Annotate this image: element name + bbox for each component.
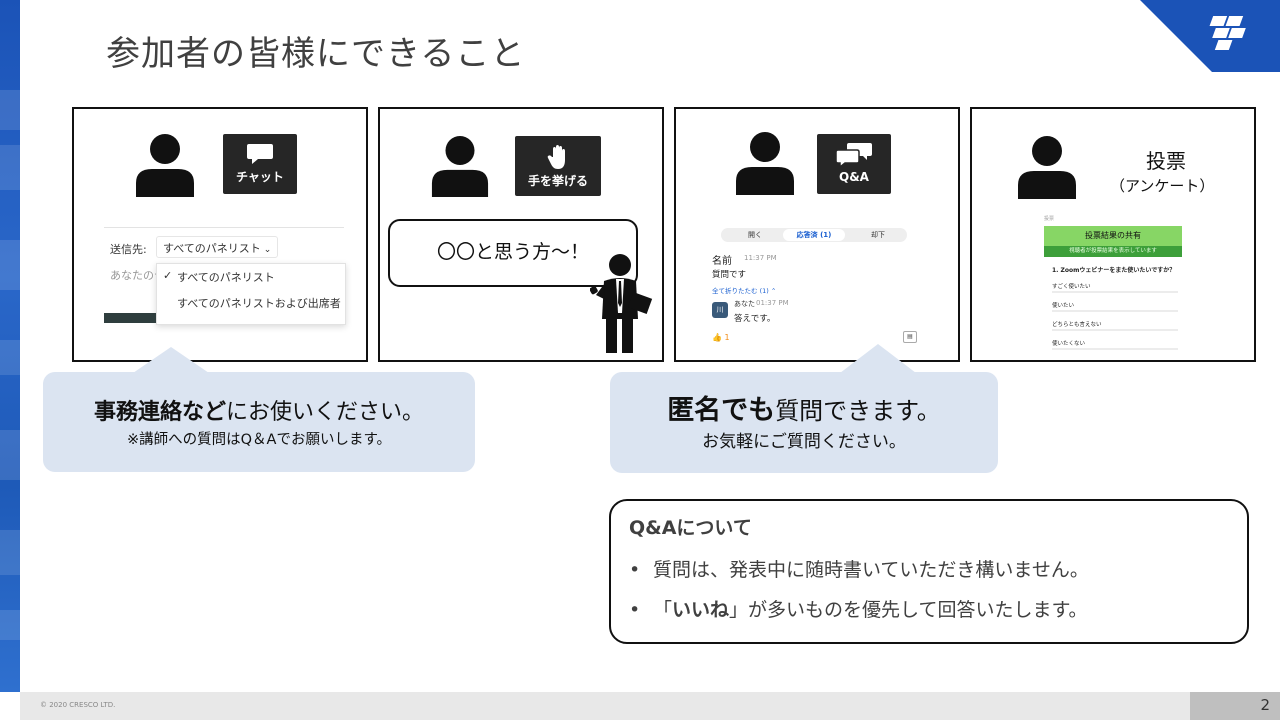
delete-icon[interactable]: ▤	[903, 331, 917, 343]
qa-button[interactable]: Q&A	[817, 134, 891, 194]
qa-tabs: 開く 応答済 (1) 却下	[721, 228, 907, 242]
slide-title: 参加者の皆様にできること	[106, 34, 526, 74]
like-count: 1	[724, 333, 730, 342]
left-decor-bar	[0, 0, 20, 692]
bullet-icon: •	[629, 599, 641, 621]
poll-option: 使いたい	[1052, 301, 1178, 312]
divider	[104, 227, 344, 228]
person-icon	[136, 134, 194, 197]
menu-item-all-panelists[interactable]: ✓ すべてのパネリスト	[157, 264, 345, 290]
poll-title: 投票	[1146, 149, 1186, 173]
poll-window-mock: 投票 投票結果の共有 視聴者が投票結果を表示しています 1. Zoomウェビナー…	[1044, 215, 1182, 350]
answer-time: 01:37 PM	[756, 299, 789, 307]
send-to-menu: ✓ すべてのパネリスト すべてのパネリストおよび出席者	[156, 263, 346, 325]
bullet-text-post: 」が多いものを優先して回答いたします。	[729, 599, 1088, 621]
question-text: 質問です	[712, 270, 747, 280]
person-icon	[431, 136, 489, 197]
qa-info-bullet: • 質問は、発表中に随時書いていただき構いません。	[629, 555, 1089, 582]
qa-button-label: Q&A	[839, 170, 869, 184]
qa-callout-strong: 匿名でも	[667, 395, 776, 426]
avatar: 川	[712, 302, 728, 318]
bullet-icon: •	[629, 559, 641, 581]
chat-button[interactable]: チャット	[223, 134, 297, 194]
send-to-dropdown[interactable]: すべてのパネリスト ⌄	[156, 236, 279, 258]
menu-item-label: すべてのパネリスト	[177, 271, 275, 284]
send-to-label: 送信先:	[110, 243, 147, 256]
chat-window-mock: 送信先: すべてのパネリスト ⌄ あなたのテ ✓ すべてのパネリスト すべてのパネリ…	[104, 227, 346, 327]
poll-panel: 投票 （アンケート） 投票 投票結果の共有 視聴者が投票結果を表示しています 1…	[970, 107, 1256, 362]
poll-window-label: 投票	[1044, 216, 1055, 222]
hand-icon	[547, 145, 565, 169]
poll-option: 使いたくない	[1052, 339, 1178, 350]
qa-callout-main: 匿名でも質問できます。	[610, 388, 998, 427]
qa-info-heading: Q&Aについて	[629, 517, 752, 539]
poll-option: どちらとも言えない	[1052, 320, 1178, 331]
company-logo-icon	[1140, 0, 1280, 72]
qa-callout-rest: 質問できます。	[775, 397, 941, 425]
bullet-text: 質問は、発表中に随時書いていただき構いません。	[653, 559, 1089, 581]
bullet-text-pre: 「	[653, 599, 673, 621]
qa-panel: Q&A 開く 応答済 (1) 却下 名前 11:37 PM 質問です 全て折りた…	[674, 107, 960, 362]
tab-dismissed[interactable]: 却下	[871, 230, 885, 240]
callout-pointer	[840, 344, 916, 373]
raise-hand-panel: 手を挙げる 〇〇と思う方～！	[378, 107, 664, 362]
qa-callout: 匿名でも質問できます。 お気軽にご質問ください。	[610, 372, 998, 473]
question-author: 名前	[712, 256, 732, 267]
qa-callout-note: お気軽にご質問ください。	[702, 432, 906, 452]
slide-footer: © 2020 CRESCO LTD.	[20, 692, 1190, 720]
poll-share-header: 投票結果の共有	[1044, 226, 1182, 246]
thumbs-up-icon: 👍	[712, 333, 722, 342]
chevron-down-icon: ⌄	[263, 245, 272, 255]
bullet-text-strong: いいね	[672, 599, 730, 621]
like-button[interactable]: 👍 1	[712, 333, 730, 342]
chat-button-label: チャット	[236, 170, 284, 184]
send-to-value: すべてのパネリスト	[163, 242, 261, 255]
menu-item-panelists-and-attendees[interactable]: すべてのパネリストおよび出席者	[157, 290, 345, 316]
poll-option: すごく使いたい	[1052, 282, 1178, 293]
chat-callout: 事務連絡などにお使いください。 ※講師への質問はQ＆Aでお願いします。	[43, 372, 475, 472]
chat-bubble-icon	[247, 144, 273, 164]
person-icon	[736, 132, 794, 195]
page-number: 2	[1190, 692, 1280, 720]
chat-bottom-bar	[104, 313, 156, 323]
qa-info-bullet: • 「いいね」が多いものを優先して回答いたします。	[629, 595, 1088, 622]
raise-hand-label: 手を挙げる	[527, 174, 588, 188]
check-icon: ✓	[163, 269, 173, 282]
menu-item-label: すべてのパネリストおよび出席者	[177, 297, 341, 310]
chat-callout-strong: 事務連絡など	[93, 400, 226, 425]
chat-callout-rest: にお使いください。	[226, 400, 425, 425]
tab-open[interactable]: 開く	[748, 230, 762, 240]
raise-hand-button[interactable]: 手を挙げる	[515, 136, 601, 196]
question-time: 11:37 PM	[744, 254, 777, 262]
copyright: © 2020 CRESCO LTD.	[40, 701, 116, 709]
chat-panel: チャット 送信先: すべてのパネリスト ⌄ あなたのテ ✓ すべてのパネリスト すべ…	[72, 107, 368, 362]
presenter-icon	[590, 254, 653, 353]
poll-question: 1. Zoomウェビナーをまた使いたいですか？	[1052, 267, 1176, 274]
callout-pointer	[133, 347, 209, 373]
tab-answered[interactable]: 応答済 (1)	[783, 229, 845, 241]
qa-info-box: Q&Aについて • 質問は、発表中に随時書いていただき構いません。 • 「いいね」が…	[609, 499, 1249, 644]
answer-author: あなた	[734, 300, 755, 308]
poll-share-subheader: 視聴者が投票結果を表示しています	[1044, 246, 1182, 257]
poll-subtitle: （アンケート）	[1110, 177, 1215, 195]
answer-text: 答えです。	[734, 314, 776, 324]
chat-callout-note: ※講師への質問はQ＆Aでお願いします。	[126, 432, 392, 448]
qa-bubbles-icon	[835, 143, 872, 168]
collapse-all-link[interactable]: 全て折りたたむ (1) ⌃	[712, 285, 776, 295]
chat-callout-main: 事務連絡などにお使いください。	[43, 394, 475, 426]
